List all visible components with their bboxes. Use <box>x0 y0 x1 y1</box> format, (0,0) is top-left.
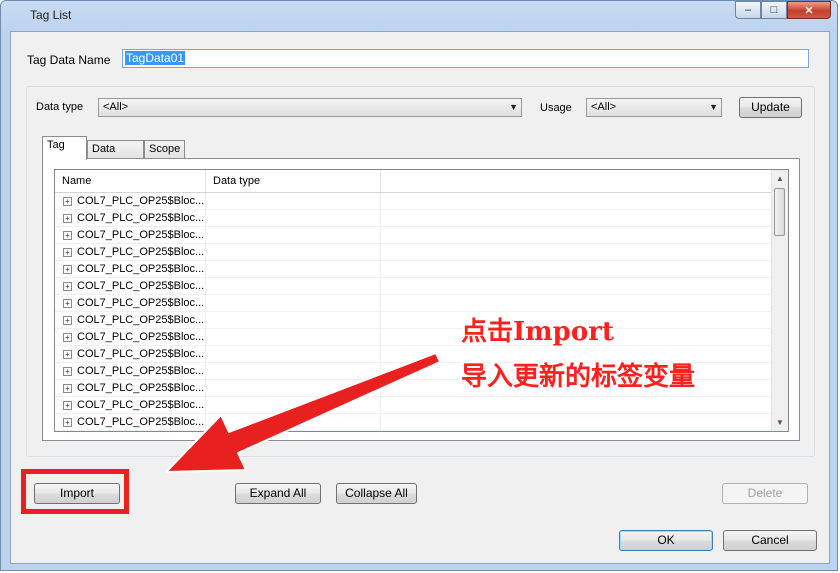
tab-tag[interactable]: Tag <box>42 136 87 160</box>
arrow-shape <box>165 352 441 473</box>
annotation-arrow <box>165 352 441 473</box>
annotation-line-2: 导入更新的标签变量 <box>461 362 696 392</box>
annotation-line-1: 点击Import <box>461 317 614 347</box>
